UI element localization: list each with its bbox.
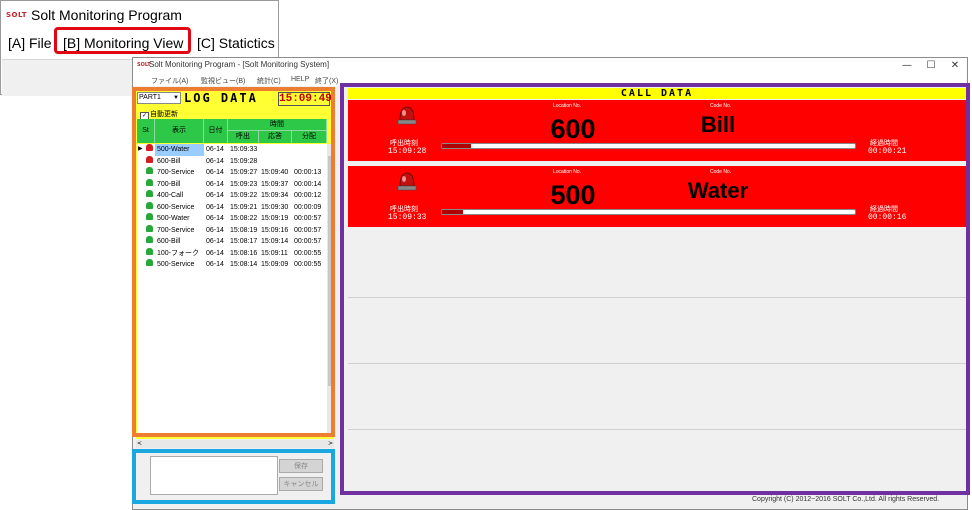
scroll-left-icon[interactable]: < (137, 440, 142, 447)
menubar-statistics[interactable]: 統計(C) (257, 76, 281, 86)
monitoring-view-highlight (54, 27, 191, 54)
log-hscrollbar[interactable]: < > (136, 440, 334, 448)
menu-file[interactable]: [A] File (8, 35, 52, 51)
window-title: Solt Monitoring Program - [Solt Monitori… (149, 60, 330, 69)
menubar-monitoring-view[interactable]: 監視ビュー(B) (201, 76, 245, 86)
menubar-help[interactable]: HELP (291, 76, 309, 83)
maximize-icon[interactable]: ☐ (919, 58, 943, 74)
scroll-right-icon[interactable]: > (328, 440, 333, 447)
menu-statistics[interactable]: [C] Statictics (197, 35, 275, 51)
log-panel-highlight (132, 87, 335, 437)
minimize-icon[interactable]: — (895, 58, 919, 74)
menubar-file[interactable]: ファイル(A) (151, 76, 188, 86)
title-bar: SOLT Solt Monitoring Program - [Solt Mon… (133, 58, 967, 74)
call-data-highlight (340, 83, 970, 495)
solt-logo: SOLT (6, 11, 28, 19)
copyright: Copyright (C) 2012~2016 SOLT Co.,Ltd. Al… (752, 496, 940, 503)
app-title: Solt Monitoring Program (31, 7, 182, 23)
menubar-exit[interactable]: 終了(X) (315, 76, 338, 86)
close-icon[interactable]: ✕ (943, 58, 967, 74)
memo-highlight (132, 449, 335, 504)
